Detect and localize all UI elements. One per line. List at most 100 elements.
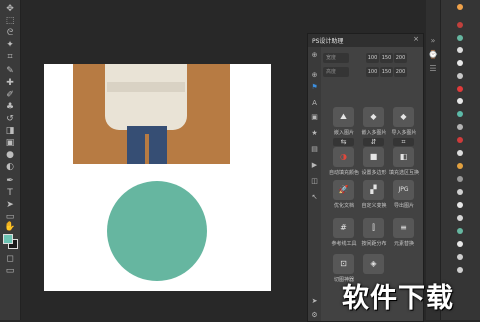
size-button[interactable]: 200 bbox=[394, 67, 407, 77]
tile-label: 导出图片 bbox=[393, 203, 414, 209]
shield-icon[interactable]: ⚑ bbox=[310, 83, 319, 92]
stamp-icon[interactable]: ♣ bbox=[4, 102, 16, 112]
lasso-icon[interactable]: ᘓ bbox=[4, 28, 16, 38]
resize-icon[interactable]: ⊕ bbox=[310, 71, 319, 80]
guide-tool-button[interactable]: # bbox=[333, 218, 354, 238]
screen-mode-icon[interactable]: ▭ bbox=[4, 266, 16, 276]
tools-icon[interactable] bbox=[457, 22, 463, 28]
layers-icon[interactable]: ▤ bbox=[310, 145, 319, 154]
foreground-color-swatch[interactable] bbox=[3, 234, 13, 244]
tile-label: 嵌入多图片 bbox=[361, 130, 387, 136]
swatch-dot[interactable] bbox=[457, 215, 463, 221]
history-brush-icon[interactable]: ↺ bbox=[4, 114, 16, 124]
coat-shape bbox=[105, 64, 187, 130]
resize-icon[interactable]: ⊕ bbox=[310, 51, 319, 60]
text-icon[interactable]: A bbox=[310, 99, 319, 108]
play-icon[interactable]: ▶ bbox=[310, 161, 319, 170]
swatch-dot[interactable] bbox=[457, 4, 463, 10]
healing-icon[interactable]: ✚ bbox=[4, 78, 16, 88]
width-input[interactable]: 宽度 bbox=[323, 53, 349, 63]
tile-label: 填充选区互换 bbox=[388, 170, 419, 176]
flip-vertical-button[interactable]: ⇵ bbox=[363, 138, 384, 146]
pen-icon[interactable]: ✒ bbox=[4, 176, 16, 186]
height-input[interactable]: 高度 bbox=[323, 67, 349, 77]
swatch-dot[interactable] bbox=[457, 189, 463, 195]
swap-fill-selection-button[interactable]: ◧ bbox=[393, 147, 414, 167]
swatch-dot[interactable] bbox=[457, 124, 463, 130]
ellipse-shape[interactable] bbox=[107, 181, 207, 281]
swatches-strip bbox=[440, 0, 480, 320]
collapse-icon[interactable]: » bbox=[428, 36, 438, 46]
tile-label: 自定义变换 bbox=[361, 203, 387, 209]
type-icon[interactable]: T bbox=[4, 188, 16, 198]
tile-label: 设置多边形 bbox=[361, 170, 387, 176]
gradient-icon[interactable]: ▣ bbox=[4, 138, 16, 148]
swatch-dot[interactable] bbox=[457, 228, 463, 234]
panel-header[interactable]: PS设计助理 × bbox=[308, 34, 423, 47]
embed-image-button[interactable]: ⛰ bbox=[333, 107, 354, 127]
layer-stack-button[interactable]: ◈ bbox=[363, 254, 384, 274]
swatch-dot[interactable] bbox=[457, 254, 463, 260]
stack-icon[interactable]: ◫ bbox=[310, 177, 319, 186]
panel-rail: ⊕ ⊕ ⚑ A ▣ ★ ▤ ▶ ◫ ↖ ➤ ⚙ bbox=[308, 47, 321, 321]
swatch-dot[interactable] bbox=[457, 86, 463, 92]
size-button[interactable]: 150 bbox=[380, 67, 393, 77]
dodge-icon[interactable]: ◐ bbox=[4, 162, 16, 172]
swatch-dot[interactable] bbox=[457, 176, 463, 182]
move-icon[interactable]: ✥ bbox=[4, 4, 16, 14]
optimize-document-button[interactable]: 🚀 bbox=[333, 180, 354, 200]
swatch-dot[interactable] bbox=[457, 150, 463, 156]
settings-icon[interactable]: ⚙ bbox=[310, 311, 319, 320]
magic-wand-icon[interactable]: ✦ bbox=[4, 40, 16, 50]
eraser-icon[interactable]: ◨ bbox=[4, 126, 16, 136]
custom-transform-button[interactable]: ▞ bbox=[363, 180, 384, 200]
distribute-spacing-button[interactable]: ⫿ bbox=[363, 218, 384, 238]
slice-tool-button[interactable]: ⊡ bbox=[333, 254, 354, 274]
swatch-dot[interactable] bbox=[457, 60, 463, 66]
swatch-dot[interactable] bbox=[457, 73, 463, 79]
tile-label: 自动填充颜色 bbox=[328, 170, 359, 176]
image-icon[interactable]: ▣ bbox=[310, 113, 319, 122]
photo-layer[interactable] bbox=[73, 64, 230, 164]
swatch-dot[interactable] bbox=[457, 202, 463, 208]
import-multi-image-button[interactable]: ◆ bbox=[393, 107, 414, 127]
flip-horizontal-button[interactable]: ⇆ bbox=[333, 138, 354, 146]
cursor-icon[interactable]: ↖ bbox=[310, 193, 319, 202]
path-select-icon[interactable]: ➤ bbox=[4, 200, 16, 210]
size-button[interactable]: 150 bbox=[380, 53, 393, 63]
export-image-button[interactable]: JPG bbox=[393, 180, 414, 200]
swatch-dot[interactable] bbox=[457, 241, 463, 247]
properties-icon[interactable]: ☰ bbox=[428, 64, 438, 74]
panel-title: PS设计助理 bbox=[312, 38, 344, 45]
swatch-dot[interactable] bbox=[457, 35, 463, 41]
set-polygon-button[interactable]: ■ bbox=[363, 147, 384, 167]
size-button[interactable]: 200 bbox=[394, 53, 407, 63]
swatch-dot[interactable] bbox=[457, 111, 463, 117]
grid-button[interactable]: ⌗ bbox=[393, 138, 414, 146]
close-icon[interactable]: × bbox=[413, 35, 419, 43]
swatch-dot[interactable] bbox=[457, 267, 463, 273]
embed-multi-image-button[interactable]: ◆ bbox=[363, 107, 384, 127]
shape-icon[interactable]: ▭ bbox=[4, 212, 16, 222]
eyedropper-icon[interactable]: ✎ bbox=[4, 66, 16, 76]
panel-dock-strip: » ⌚ ☰ bbox=[426, 0, 440, 320]
swatch-dot[interactable] bbox=[457, 98, 463, 104]
size-button[interactable]: 100 bbox=[366, 67, 379, 77]
pointer-icon[interactable]: ➤ bbox=[310, 297, 319, 306]
tile-label: 导入多图片 bbox=[391, 130, 417, 136]
size-button[interactable]: 100 bbox=[366, 53, 379, 63]
brush-icon[interactable]: ✐ bbox=[4, 90, 16, 100]
swatch-dot[interactable] bbox=[457, 47, 463, 53]
star-icon[interactable]: ★ bbox=[310, 129, 319, 138]
history-icon[interactable]: ⌚ bbox=[428, 50, 438, 60]
swatch-dot[interactable] bbox=[457, 137, 463, 143]
swatch-dot[interactable] bbox=[457, 163, 463, 169]
hand-icon[interactable]: ✋ bbox=[4, 222, 16, 232]
blur-icon[interactable]: ● bbox=[4, 150, 16, 160]
crop-icon[interactable]: ⌗ bbox=[4, 52, 16, 62]
quick-mask-icon[interactable]: ◻ bbox=[4, 254, 16, 264]
tools-panel: ✥ ⬚ ᘓ ✦ ⌗ ✎ ✚ ✐ ♣ ↺ ◨ ▣ ● ◐ ✒ T ➤ ▭ ✋ ◻ … bbox=[0, 0, 21, 320]
marquee-icon[interactable]: ⬚ bbox=[4, 16, 16, 26]
element-replace-button[interactable]: ≡ bbox=[393, 218, 414, 238]
auto-fill-color-button[interactable]: ◑ bbox=[333, 147, 354, 167]
